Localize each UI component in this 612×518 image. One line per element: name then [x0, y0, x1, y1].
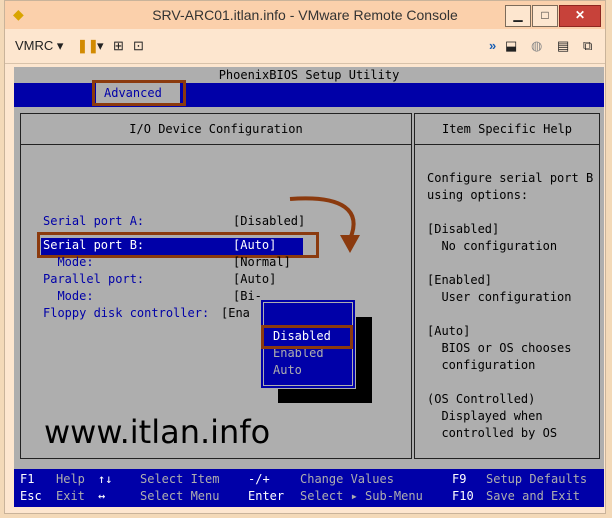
chevron-more-icon[interactable]: »: [489, 38, 496, 53]
footer-desc-select-item: Select Item: [140, 472, 220, 486]
help-line: Configure serial port B: [427, 171, 594, 185]
network-icon[interactable]: ⊞: [113, 38, 124, 54]
floppy-controller-value[interactable]: [Ena: [221, 306, 250, 320]
floppy-controller-label[interactable]: Floppy disk controller:: [43, 306, 209, 320]
io-config-panel: I/O Device Configuration Serial port A: …: [20, 113, 412, 459]
footer-key-updown: ↑↓: [98, 472, 113, 486]
cd-icon[interactable]: ◍: [531, 38, 542, 54]
help-line: [Enabled]: [427, 273, 493, 287]
help-line: [Disabled]: [427, 222, 500, 236]
annotation-arrow: [289, 196, 360, 253]
footer-key-plusminus: -/+: [248, 472, 270, 486]
footer-desc-exit: Exit: [56, 489, 85, 503]
footer-key-esc: Esc: [20, 489, 42, 503]
help-line: Displayed when: [427, 409, 543, 423]
network-adapter-icon[interactable]: ⧉: [583, 38, 592, 54]
footer-key-leftright: ↔: [98, 489, 106, 503]
annotation-box-disabled: [261, 325, 353, 349]
toolbar: VMRC ▾ ❚❚ ▾ ⊞ ⊡ » ⬓ ◍ ▤ ⧉: [5, 29, 605, 64]
help-line: using options:: [427, 188, 529, 202]
footer-key-f10: F10: [452, 489, 474, 503]
serial-b-mode-value[interactable]: [Normal]: [233, 255, 291, 269]
footer-desc-setup-defaults: Setup Defaults: [486, 472, 588, 486]
maximize-button[interactable]: □: [532, 5, 558, 27]
parallel-mode-value[interactable]: [Bi-: [233, 289, 262, 303]
parallel-mode-label[interactable]: Mode:: [43, 289, 93, 303]
parallel-port-label[interactable]: Parallel port:: [43, 272, 144, 286]
annotation-box-advanced: [92, 80, 186, 106]
floppy-icon[interactable]: ▤: [557, 38, 569, 54]
footer-desc-save-exit: Save and Exit: [486, 489, 580, 503]
pause-dropdown-caret[interactable]: ▾: [97, 38, 104, 54]
footer-key-enter: Enter: [248, 489, 285, 503]
footer-desc-help: Help: [56, 472, 85, 486]
vmrc-menu-button[interactable]: VMRC ▾: [15, 38, 63, 54]
footer-desc-change-values: Change Values: [300, 472, 394, 486]
title-bar: ◆ SRV-ARC01.itlan.info - VMware Remote C…: [5, 1, 605, 29]
bios-console[interactable]: PhoenixBIOS Setup Utility Advanced I/O D…: [14, 67, 604, 507]
parallel-port-value[interactable]: [Auto]: [233, 272, 276, 286]
removable-device-icon[interactable]: ⬓: [505, 38, 517, 54]
help-heading: Item Specific Help: [415, 114, 599, 145]
bios-footer: F1 Help ↑↓ Select Item -/+ Change Values…: [14, 469, 604, 507]
help-line: configuration: [427, 358, 536, 372]
footer-key-f1: F1: [20, 472, 35, 486]
help-line: BIOS or OS chooses: [427, 341, 572, 355]
footer-desc-select-menu: Select Menu: [140, 489, 220, 503]
watermark: www.itlan.info: [44, 413, 271, 451]
help-line: No configuration: [427, 239, 558, 253]
help-line: [Auto]: [427, 324, 471, 338]
panel-heading: I/O Device Configuration: [21, 114, 411, 145]
fit-guest-icon[interactable]: ⊡: [133, 38, 144, 54]
help-line: controlled by OS: [427, 426, 558, 440]
serial-b-mode-label[interactable]: Mode:: [43, 255, 93, 269]
serial-a-label[interactable]: Serial port A:: [43, 214, 144, 228]
options-popup: Disabled Enabled Auto: [260, 299, 356, 389]
option-auto[interactable]: Auto: [273, 363, 302, 377]
close-button[interactable]: ✕: [559, 5, 601, 27]
minimize-button[interactable]: ▁: [505, 5, 531, 27]
help-line: User configuration: [427, 290, 572, 304]
vmrc-window: ◆ SRV-ARC01.itlan.info - VMware Remote C…: [4, 0, 606, 514]
pause-icon[interactable]: ❚❚: [77, 38, 99, 54]
help-panel: Item Specific Help Configure serial port…: [414, 113, 600, 459]
footer-desc-submenu: Select ▸ Sub-Menu: [300, 489, 423, 503]
help-line: (OS Controlled): [427, 392, 536, 406]
footer-key-f9: F9: [452, 472, 467, 486]
